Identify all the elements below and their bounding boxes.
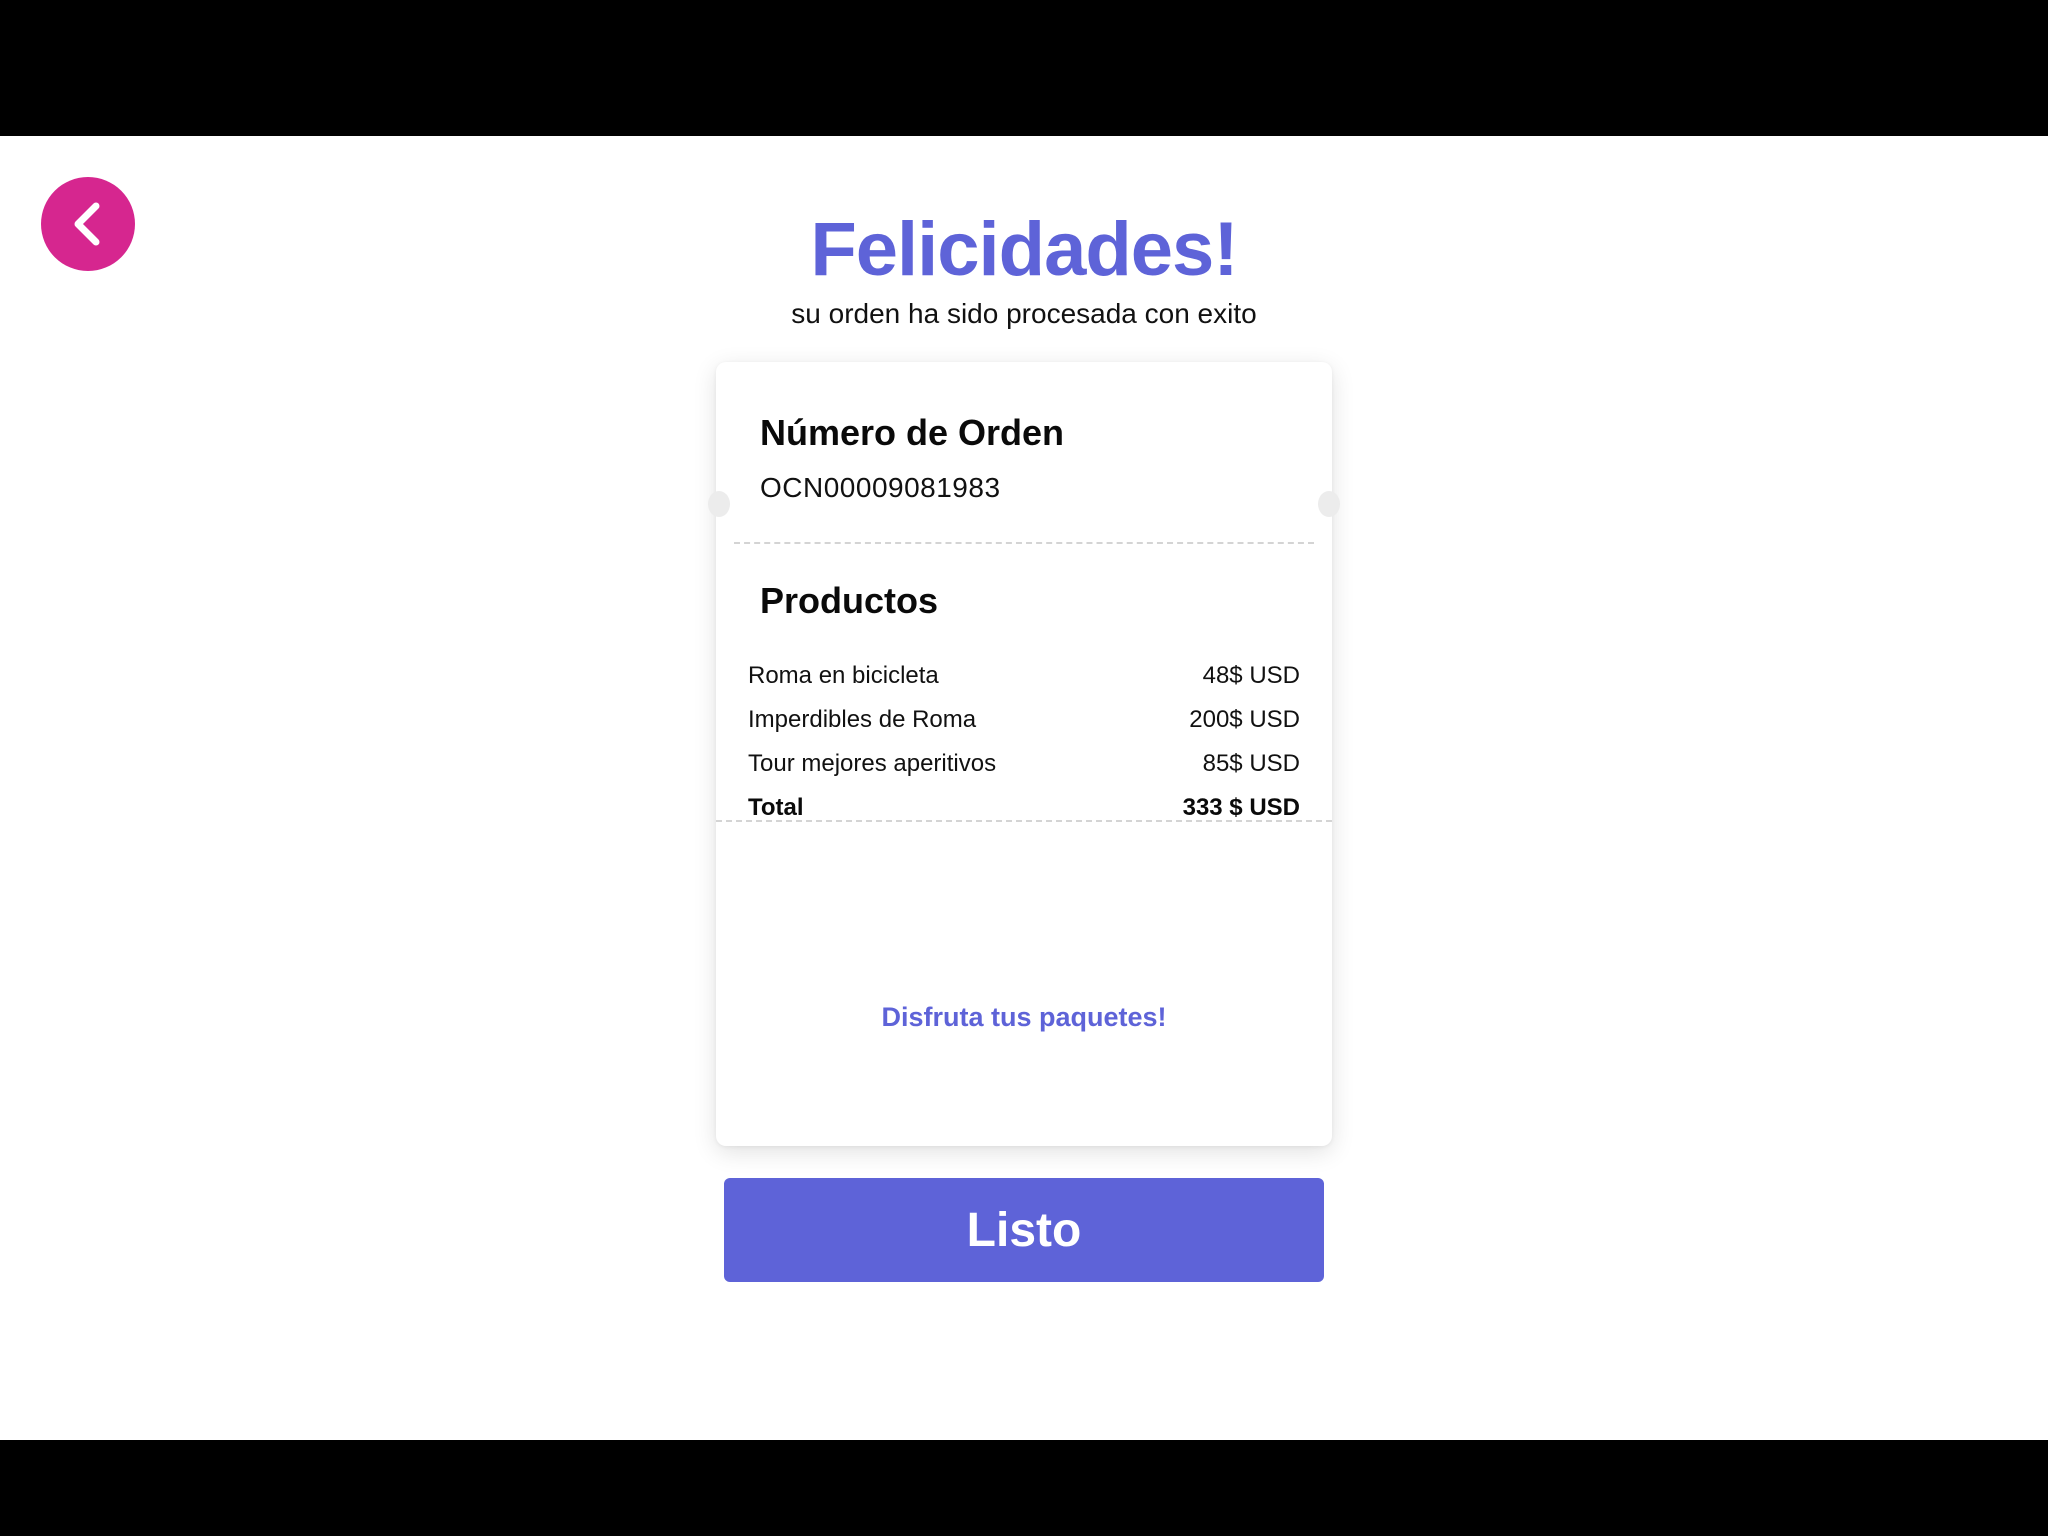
products-heading: Productos <box>760 580 939 621</box>
page-subtitle: su orden ha sido procesada con exito <box>791 298 1257 329</box>
order-number-value: OCN00009081983 <box>760 472 1001 503</box>
letterbox-bottom <box>0 1440 2048 1536</box>
receipt-card: Número de Orden OCN00009081983 Productos… <box>708 362 1340 1146</box>
receipt-notch-right <box>1318 491 1340 517</box>
product-price: 48$ USD <box>1202 662 1300 689</box>
enjoy-message: Disfruta tus paquetes! <box>881 1002 1167 1032</box>
product-row: Imperdibles de Roma 200$ USD <box>748 698 1300 742</box>
letterbox-top <box>0 0 2048 136</box>
product-name: Roma en bicicleta <box>748 662 939 689</box>
total-value: 333 $ USD <box>1182 794 1300 821</box>
order-confirmation-screen: Felicidades! su orden ha sido procesada … <box>0 136 2048 1440</box>
receipt-notch-left <box>708 491 730 517</box>
product-row: Roma en bicicleta 48$ USD <box>748 654 1300 698</box>
total-row: Total 333 $ USD <box>748 786 1300 830</box>
receipt-divider <box>734 542 1314 544</box>
product-name: Tour mejores aperitivos <box>748 750 997 777</box>
order-number-heading: Número de Orden <box>760 412 1065 453</box>
product-row: Tour mejores aperitivos 85$ USD <box>748 742 1300 786</box>
total-label: Total <box>748 794 804 821</box>
product-price: 85$ USD <box>1202 750 1300 777</box>
page-title: Felicidades! <box>810 207 1238 292</box>
product-price: 200$ USD <box>1189 706 1300 733</box>
product-name: Imperdibles de Roma <box>748 706 977 733</box>
receipt-divider <box>716 820 1332 822</box>
done-button[interactable]: Listo <box>724 1178 1324 1282</box>
products-list: Roma en bicicleta 48$ USD Imperdibles de… <box>748 654 1300 830</box>
